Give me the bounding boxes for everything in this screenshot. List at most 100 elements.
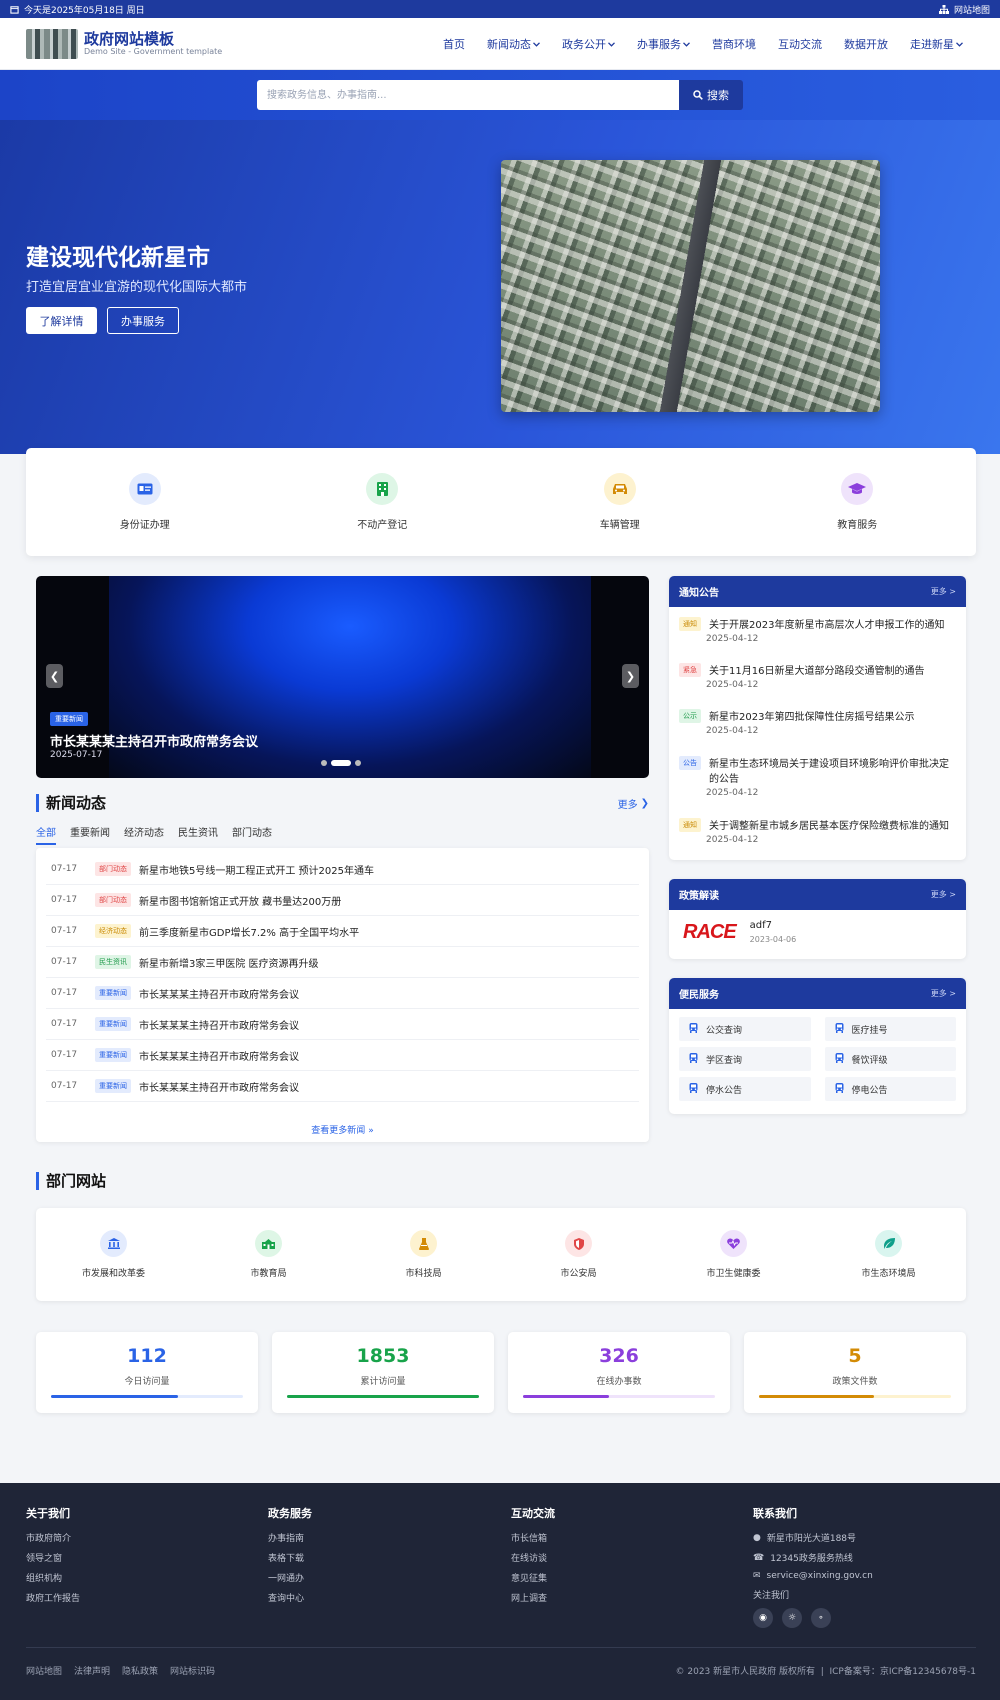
notice-item[interactable]: 紧急 关于11月16日新星大道部分路段交通管制的通告 2025-04-12 <box>679 662 956 690</box>
nav-item[interactable]: 营商环境 <box>701 36 767 52</box>
quick-service-item[interactable]: 身份证办理 <box>45 473 245 531</box>
carousel-dot[interactable] <box>321 760 327 766</box>
convenience-item[interactable]: 学区查询 <box>679 1047 811 1071</box>
notice-item[interactable]: 公告 新星市生态环境局关于建设项目环境影响评价审批决定的公告 2025-04-12 <box>679 755 956 798</box>
footer-link[interactable]: 查询中心 <box>268 1591 312 1604</box>
contact-email[interactable]: ✉ service@xinxing.gov.cn <box>753 1571 873 1581</box>
department-item[interactable]: 市公安局 <box>504 1230 654 1279</box>
quick-service-item[interactable]: 不动产登记 <box>282 473 482 531</box>
carousel-dot-active[interactable] <box>331 760 351 766</box>
department-label: 市科技局 <box>405 1269 442 1279</box>
convenience-item[interactable]: 公交查询 <box>679 1017 811 1041</box>
footer-link[interactable]: 表格下载 <box>268 1551 312 1564</box>
footer-link[interactable]: 网上调查 <box>511 1591 555 1604</box>
convenience-item[interactable]: 医疗挂号 <box>824 1017 956 1041</box>
news-carousel[interactable]: ❮ ❯ 重要新闻 市长某某某主持召开市政府常务会议 2025-07-17 <box>36 576 649 778</box>
news-tab[interactable]: 全部 <box>36 824 56 845</box>
convenience-grid: 公交查询 医疗挂号学区查询 餐饮评级 停水公告 停电公告 <box>669 1009 966 1109</box>
news-row[interactable]: 07-17 重要新闻 市长某某某主持召开市政府常务会议 <box>46 1009 639 1040</box>
stat-card: 5 政策文件数 <box>744 1332 966 1413</box>
sitemap-link[interactable]: 网站地图 <box>938 3 990 16</box>
rss-icon[interactable]: ∘ <box>811 1608 831 1628</box>
news-row[interactable]: 07-17 民生资讯 新星市新增3家三甲医院 医疗资源再升级 <box>46 947 639 978</box>
footer-link[interactable]: 一网通办 <box>268 1571 312 1584</box>
news-row[interactable]: 07-17 重要新闻 市长某某某主持召开市政府常务会议 <box>46 978 639 1009</box>
notice-item[interactable]: 通知 关于开展2023年度新星市高层次人才申报工作的通知 2025-04-12 <box>679 616 956 644</box>
nav-item[interactable]: 政务公开 <box>551 36 626 52</box>
nav-item[interactable]: 首页 <box>432 36 476 52</box>
weibo-icon[interactable]: ☼ <box>782 1608 802 1628</box>
news-row[interactable]: 07-17 经济动态 前三季度新星市GDP增长7.2% 高于全国平均水平 <box>46 916 639 947</box>
quick-service-item[interactable]: 车辆管理 <box>520 473 720 531</box>
stat-value: 112 <box>127 1345 167 1367</box>
notice-item[interactable]: 通知 关于调整新星市城乡居民基本医疗保险缴费标准的通知 2025-04-12 <box>679 817 956 845</box>
carousel-next-button[interactable]: ❯ <box>622 664 639 688</box>
notice-tag: 公告 <box>679 756 701 770</box>
quick-service-item[interactable]: 教育服务 <box>757 473 957 531</box>
learn-more-button[interactable]: 了解详情 <box>26 307 97 334</box>
notice-more-link[interactable]: 更多 > <box>931 586 956 597</box>
news-tab[interactable]: 重要新闻 <box>70 824 110 845</box>
department-item[interactable]: 市生态环境局 <box>814 1230 964 1279</box>
address-text: 新星市阳光大道188号 <box>766 1534 857 1544</box>
news-tab[interactable]: 部门动态 <box>232 824 272 845</box>
convenience-item[interactable]: 停电公告 <box>824 1077 956 1101</box>
bank-icon <box>100 1230 127 1257</box>
chevron-down-icon <box>533 37 540 50</box>
slide-tag: 重要新闻 <box>50 712 88 726</box>
policy-more-link[interactable]: 更多 > <box>931 889 956 900</box>
footer-link[interactable]: 领导之窗 <box>26 1551 80 1564</box>
news-more-link[interactable]: 更多 ❯ <box>618 796 649 811</box>
brand[interactable]: 政府网站模板 Demo Site - Government template <box>26 28 222 59</box>
footer-bottom-link[interactable]: 隐私政策 <box>122 1664 158 1677</box>
footer-link[interactable]: 在线访谈 <box>511 1551 555 1564</box>
nav-item[interactable]: 新闻动态 <box>476 36 551 52</box>
nav-item[interactable]: 办事服务 <box>626 36 701 52</box>
department-item[interactable]: 市教育局 <box>194 1230 344 1279</box>
footer-bottom-link[interactable]: 法律声明 <box>74 1664 110 1677</box>
services-button[interactable]: 办事服务 <box>107 307 179 334</box>
carousel-prev-button[interactable]: ❮ <box>46 664 63 688</box>
stat-value: 5 <box>848 1345 862 1367</box>
department-item[interactable]: 市发展和改革委 <box>39 1230 189 1279</box>
footer-bottom-link[interactable]: 网站地图 <box>26 1664 62 1677</box>
search-button[interactable]: 搜索 <box>679 80 743 110</box>
wechat-icon[interactable]: ◉ <box>753 1608 773 1628</box>
footer-link[interactable]: 政府工作报告 <box>26 1591 80 1604</box>
convenience-more-link[interactable]: 更多 > <box>931 988 956 999</box>
footer-bottom-link[interactable]: 网站标识码 <box>170 1664 215 1677</box>
department-item[interactable]: 市科技局 <box>349 1230 499 1279</box>
nav-item[interactable]: 数据开放 <box>833 36 899 52</box>
footer-link[interactable]: 意见征集 <box>511 1571 555 1584</box>
news-row[interactable]: 07-17 部门动态 新星市图书馆新馆正式开放 藏书量达200万册 <box>46 885 639 916</box>
convenience-label: 学区查询 <box>706 1055 743 1066</box>
footer-link[interactable]: 市长信箱 <box>511 1531 555 1544</box>
news-tab[interactable]: 经济动态 <box>124 824 164 845</box>
nav-item-label: 营商环境 <box>712 37 756 51</box>
search-input[interactable] <box>257 80 679 110</box>
policy-item[interactable]: RACE adf7 2023-04-06 <box>669 910 966 954</box>
view-more-news-link[interactable]: 查看更多新闻 » <box>36 1123 649 1136</box>
slide-title[interactable]: 市长某某某主持召开市政府常务会议 <box>50 731 258 750</box>
contact-phone[interactable]: ☎ 12345政务服务热线 <box>753 1551 873 1565</box>
footer-divider <box>26 1647 976 1648</box>
carousel-dot[interactable] <box>355 760 361 766</box>
news-date: 07-17 <box>51 926 78 936</box>
news-tag: 民生资讯 <box>95 955 131 969</box>
nav-item[interactable]: 走进新星 <box>899 36 974 52</box>
nav-item[interactable]: 互动交流 <box>767 36 833 52</box>
department-item[interactable]: 市卫生健康委 <box>659 1230 809 1279</box>
news-row[interactable]: 07-17 重要新闻 市长某某某主持召开市政府常务会议 <box>46 1040 639 1071</box>
department-label: 市生态环境局 <box>861 1269 916 1279</box>
footer-link[interactable]: 组织机构 <box>26 1571 80 1584</box>
footer-link[interactable]: 办事指南 <box>268 1531 312 1544</box>
bus-icon <box>689 1052 698 1066</box>
news-row[interactable]: 07-17 部门动态 新星市地铁5号线一期工程正式开工 预计2025年通车 <box>46 854 639 885</box>
footer-link[interactable]: 市政府简介 <box>26 1531 80 1544</box>
news-row[interactable]: 07-17 重要新闻 市长某某某主持召开市政府常务会议 <box>46 1071 639 1102</box>
convenience-item[interactable]: 餐饮评级 <box>824 1047 956 1071</box>
convenience-item[interactable]: 停水公告 <box>679 1077 811 1101</box>
header: 政府网站模板 Demo Site - Government template 首… <box>0 18 1000 70</box>
notice-item[interactable]: 公示 新星市2023年第四批保障性住房摇号结果公示 2025-04-12 <box>679 708 956 736</box>
news-tab[interactable]: 民生资讯 <box>178 824 218 845</box>
